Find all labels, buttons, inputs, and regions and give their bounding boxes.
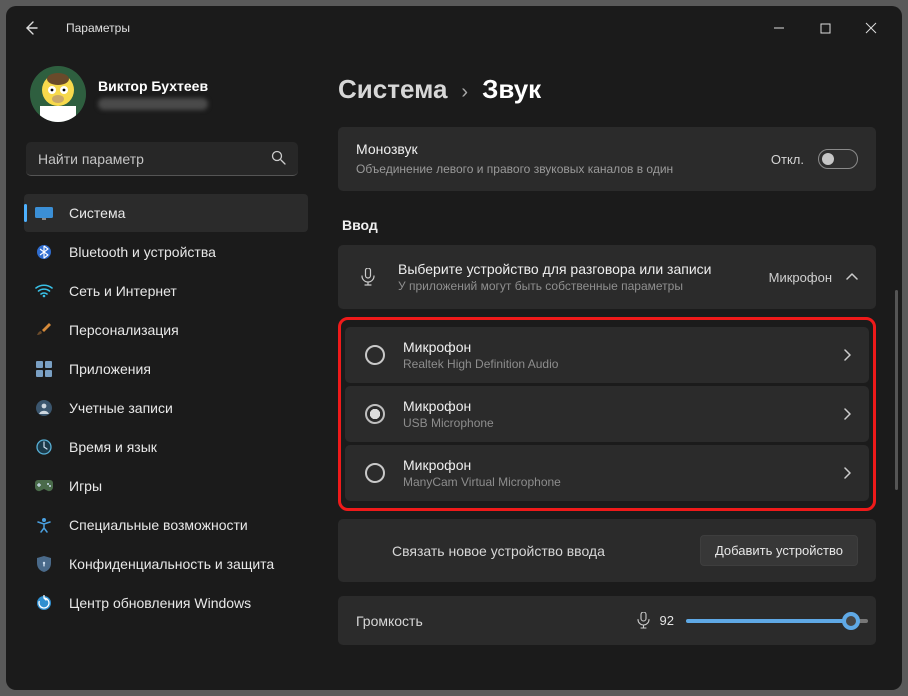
- avatar: [30, 66, 86, 122]
- close-icon: [865, 22, 877, 34]
- wifi-icon: [34, 281, 54, 301]
- device-title: Микрофон: [403, 457, 843, 473]
- sidebar-item-label: Время и язык: [69, 439, 157, 455]
- breadcrumb-parent[interactable]: Система: [338, 74, 447, 105]
- maximize-button[interactable]: [802, 9, 848, 47]
- update-icon: [34, 593, 54, 613]
- sidebar-item-accounts[interactable]: Учетные записи: [24, 389, 308, 427]
- search-icon: [271, 150, 286, 165]
- person-icon: [34, 398, 54, 418]
- radio-unselected[interactable]: [365, 463, 385, 483]
- bluetooth-icon: [34, 242, 54, 262]
- minimize-button[interactable]: [756, 9, 802, 47]
- sidebar: Виктор Бухтеев Система Bluetooth и устро…: [6, 50, 316, 690]
- shield-icon: [34, 554, 54, 574]
- sidebar-item-label: Bluetooth и устройства: [69, 244, 216, 260]
- input-device-item[interactable]: Микрофон USB Microphone: [345, 386, 869, 442]
- main-content: Система › Звук Монозвук Объединение лево…: [316, 50, 902, 690]
- device-subtitle: Realtek High Definition Audio: [403, 357, 843, 371]
- window-controls: [756, 9, 894, 47]
- account-name: Виктор Бухтеев: [98, 78, 208, 94]
- clock-globe-icon: [34, 437, 54, 457]
- sidebar-item-system[interactable]: Система: [24, 194, 308, 232]
- input-section-heading: Ввод: [342, 217, 876, 233]
- pair-device-label: Связать новое устройство ввода: [392, 543, 700, 559]
- titlebar: Параметры: [6, 6, 902, 50]
- input-device-item[interactable]: Микрофон Realtek High Definition Audio: [345, 327, 869, 383]
- minimize-icon: [773, 22, 785, 34]
- search-wrap: [26, 142, 298, 176]
- volume-slider[interactable]: [686, 619, 858, 623]
- scrollbar[interactable]: [895, 290, 898, 490]
- sidebar-item-bluetooth[interactable]: Bluetooth и устройства: [24, 233, 308, 271]
- chevron-up-icon: [846, 273, 858, 281]
- mono-subtitle: Объединение левого и правого звуковых ка…: [356, 161, 686, 177]
- sidebar-item-label: Конфиденциальность и защита: [69, 556, 274, 572]
- maximize-icon: [820, 23, 831, 34]
- account-email-blurred: [98, 98, 208, 110]
- sidebar-item-label: Игры: [69, 478, 102, 494]
- breadcrumb: Система › Звук: [338, 74, 876, 105]
- account-block[interactable]: Виктор Бухтеев: [30, 66, 308, 122]
- sidebar-item-label: Приложения: [69, 361, 151, 377]
- device-title: Микрофон: [403, 339, 843, 355]
- sidebar-item-label: Учетные записи: [69, 400, 173, 416]
- volume-label: Громкость: [356, 613, 556, 629]
- sidebar-item-label: Персонализация: [69, 322, 179, 338]
- chevron-right-icon[interactable]: [843, 349, 851, 361]
- accessibility-icon: [34, 515, 54, 535]
- choose-device-subtitle: У приложений могут быть собственные пара…: [398, 279, 769, 293]
- sidebar-item-time-language[interactable]: Время и язык: [24, 428, 308, 466]
- device-title: Микрофон: [403, 398, 843, 414]
- mono-audio-card[interactable]: Монозвук Объединение левого и правого зв…: [338, 127, 876, 191]
- page-title: Звук: [482, 74, 541, 105]
- microphone-icon[interactable]: [637, 612, 650, 629]
- avatar-image: [30, 66, 86, 122]
- mono-title: Монозвук: [356, 141, 761, 157]
- microphone-icon: [356, 268, 380, 286]
- add-device-button[interactable]: Добавить устройство: [700, 535, 858, 566]
- sidebar-item-personalization[interactable]: Персонализация: [24, 311, 308, 349]
- gamepad-icon: [34, 476, 54, 496]
- chevron-right-icon[interactable]: [843, 408, 851, 420]
- sidebar-item-apps[interactable]: Приложения: [24, 350, 308, 388]
- system-icon: [34, 203, 54, 223]
- choose-input-device-card[interactable]: Выберите устройство для разговора или за…: [338, 245, 876, 309]
- search-input[interactable]: [26, 142, 298, 176]
- close-button[interactable]: [848, 9, 894, 47]
- mono-state-label: Откл.: [771, 152, 804, 167]
- breadcrumb-separator: ›: [461, 81, 468, 104]
- sidebar-item-accessibility[interactable]: Специальные возможности: [24, 506, 308, 544]
- sidebar-item-windows-update[interactable]: Центр обновления Windows: [24, 584, 308, 622]
- sidebar-item-label: Специальные возможности: [69, 517, 248, 533]
- input-device-list-highlight: Микрофон Realtek High Definition Audio М…: [338, 317, 876, 511]
- back-button[interactable]: [14, 11, 48, 45]
- pair-device-card: Связать новое устройство ввода Добавить …: [338, 519, 876, 582]
- chevron-right-icon[interactable]: [843, 467, 851, 479]
- input-volume-card[interactable]: Громкость 92: [338, 596, 876, 645]
- radio-selected[interactable]: [365, 404, 385, 424]
- sidebar-item-privacy[interactable]: Конфиденциальность и защита: [24, 545, 308, 583]
- sidebar-item-label: Сеть и Интернет: [69, 283, 177, 299]
- choose-device-title: Выберите устройство для разговора или за…: [398, 261, 769, 277]
- sidebar-item-label: Центр обновления Windows: [69, 595, 251, 611]
- radio-unselected[interactable]: [365, 345, 385, 365]
- slider-remaining-track: [858, 619, 868, 623]
- input-device-item[interactable]: Микрофон ManyCam Virtual Microphone: [345, 445, 869, 501]
- arrow-left-icon: [23, 20, 39, 36]
- apps-icon: [34, 359, 54, 379]
- volume-value: 92: [660, 613, 674, 628]
- sidebar-item-label: Система: [69, 205, 125, 221]
- current-input-device: Микрофон: [769, 270, 832, 285]
- sidebar-item-gaming[interactable]: Игры: [24, 467, 308, 505]
- settings-window: Параметры: [6, 6, 902, 690]
- paintbrush-icon: [34, 320, 54, 340]
- mono-toggle[interactable]: [818, 149, 858, 169]
- nav: Система Bluetooth и устройства Сеть и Ин…: [24, 194, 308, 622]
- device-subtitle: USB Microphone: [403, 416, 843, 430]
- sidebar-item-network[interactable]: Сеть и Интернет: [24, 272, 308, 310]
- window-title: Параметры: [66, 21, 130, 35]
- device-subtitle: ManyCam Virtual Microphone: [403, 475, 843, 489]
